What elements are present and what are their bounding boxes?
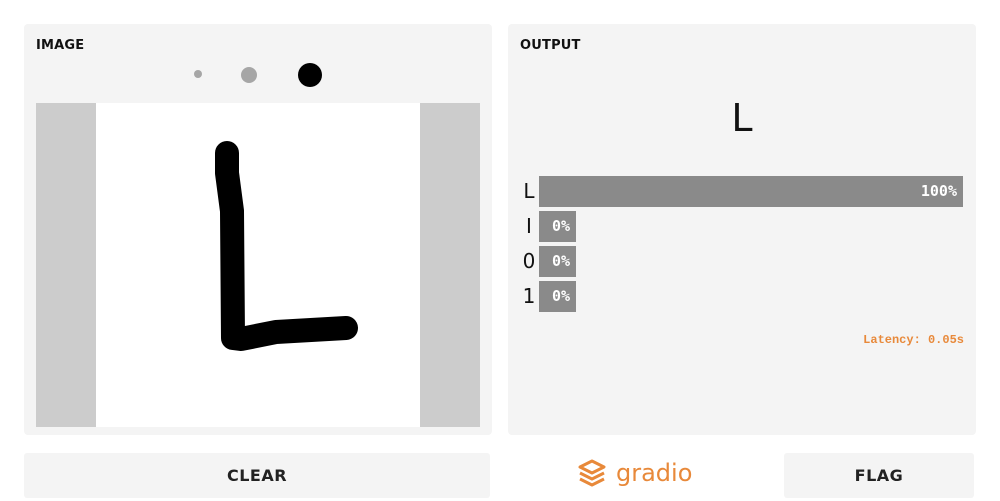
confidence-percent: 0%: [551, 287, 570, 305]
flag-button[interactable]: FLAG: [784, 453, 974, 498]
confidence-bar: 0%: [539, 211, 576, 242]
gradio-wordmark: gradio: [616, 459, 693, 487]
sketchpad-canvas[interactable]: [96, 103, 420, 427]
confidence-percent: 0%: [551, 217, 570, 235]
input-panel: IMAGE: [24, 24, 492, 435]
confidence-percent: 0%: [551, 252, 570, 270]
confidence-bar: 100%: [539, 176, 963, 207]
confidence-percent: 100%: [920, 182, 957, 200]
confidence-label: 1: [522, 284, 536, 308]
brush-size-medium[interactable]: [241, 67, 257, 83]
sketchpad-area: [36, 103, 480, 427]
brush-size-small[interactable]: [194, 70, 202, 78]
gradio-logo-icon: [578, 459, 606, 487]
drawn-stroke: [215, 141, 358, 351]
confidence-label: L: [523, 179, 535, 203]
gradio-brand[interactable]: gradio: [576, 453, 692, 493]
output-panel: OUTPUT L L 100% I 0% 0 0% 1 0% Latency: …: [508, 24, 976, 435]
clear-button[interactable]: CLEAR: [24, 453, 490, 498]
confidence-bar: 0%: [539, 246, 576, 277]
latency-text: Latency: 0.05s: [863, 333, 964, 347]
confidence-bar: 0%: [539, 281, 576, 312]
confidence-label: 0: [522, 249, 536, 273]
brush-size-large[interactable]: [298, 63, 322, 87]
input-panel-title: IMAGE: [36, 38, 85, 53]
confidence-label: I: [526, 214, 532, 238]
output-panel-title: OUTPUT: [520, 38, 581, 53]
predicted-label: L: [731, 96, 753, 140]
